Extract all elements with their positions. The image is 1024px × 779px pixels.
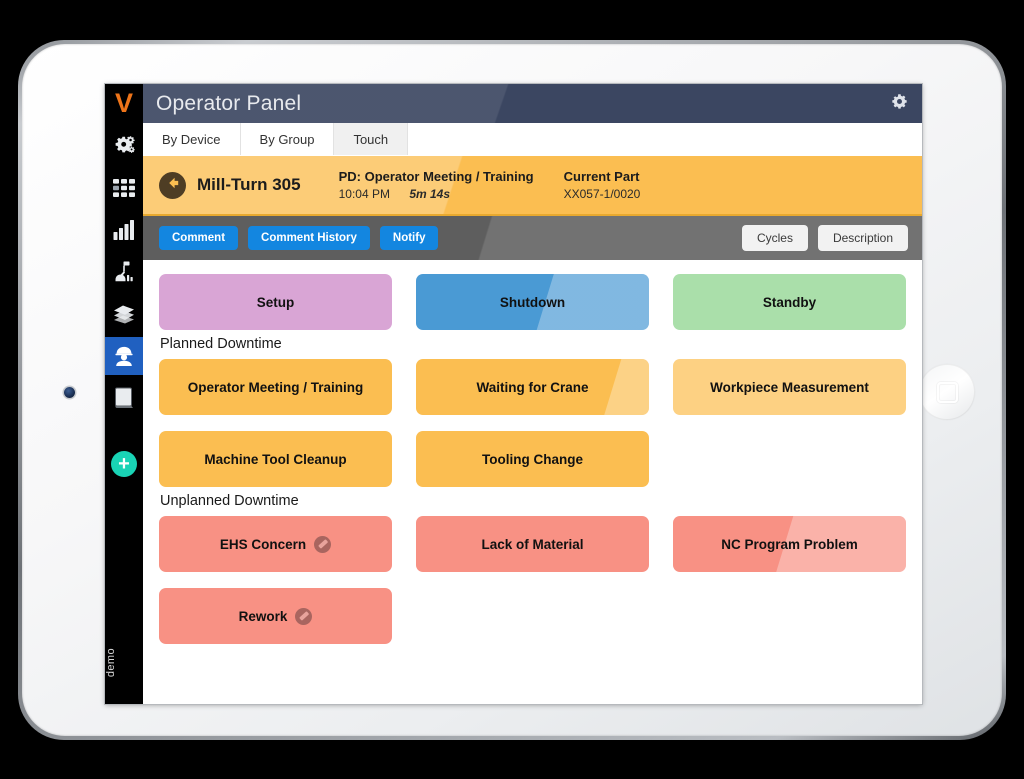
title-bar: Operator Panel xyxy=(143,84,922,123)
layers-icon xyxy=(112,304,136,324)
planned-downtime-heading: Planned Downtime xyxy=(160,336,282,352)
book-icon xyxy=(113,386,135,410)
reason-button-label: Workpiece Measurement xyxy=(710,379,869,395)
reason-button-waiting-for-crane[interactable]: Waiting for Crane xyxy=(416,359,649,415)
state-button-label: Shutdown xyxy=(499,294,566,310)
reason-button-label: Waiting for Crane xyxy=(476,379,589,395)
tab-touch[interactable]: Touch xyxy=(334,123,409,155)
logo-v-icon: V xyxy=(114,88,133,118)
bar-chart-icon xyxy=(112,219,136,241)
note-badge-icon xyxy=(314,535,332,553)
state-button-label: Setup xyxy=(256,294,295,310)
tablet-screen: V + demo Operator Panel By Device By Gro… xyxy=(105,84,922,704)
add-button[interactable]: + xyxy=(111,451,137,477)
reason-button-label: EHS Concern xyxy=(219,536,307,552)
state-duration: 5m 14s xyxy=(409,186,451,201)
note-badge-bar xyxy=(317,539,328,549)
machine-state-label: PD: Operator Meeting / Training xyxy=(338,169,534,185)
plus-icon: + xyxy=(118,453,130,475)
app-logo: V xyxy=(105,84,143,123)
current-part-group: Current Part XX057-1/0020 xyxy=(564,168,641,202)
sidebar-item-settings[interactable] xyxy=(105,127,143,165)
reason-button-rework[interactable]: Rework xyxy=(159,588,392,644)
state-start-time: 10:04 PM xyxy=(338,186,390,201)
primary-state-grid: Setup Shutdown Standby xyxy=(159,274,906,330)
machine-state-meta: 10:04 PM 5m 14s xyxy=(339,186,534,202)
tablet-device-frame: V + demo Operator Panel By Device By Gro… xyxy=(18,40,1006,740)
back-button[interactable] xyxy=(159,171,186,199)
gear-icon xyxy=(891,93,908,115)
reason-button-label: Tooling Change xyxy=(482,451,583,467)
reason-button-label: NC Program Problem xyxy=(721,536,858,552)
reason-button-label: Lack of Material xyxy=(481,536,584,552)
sidebar-item-layers[interactable] xyxy=(105,295,143,333)
app-sidebar: V + demo xyxy=(105,84,143,704)
machine-status-bar: Mill-Turn 305 PD: Operator Meeting / Tra… xyxy=(143,156,922,214)
reason-button-machine-tool-cleanup[interactable]: Machine Tool Cleanup xyxy=(159,431,392,487)
grid-icon xyxy=(112,178,136,198)
reason-button-lack-of-material[interactable]: Lack of Material xyxy=(416,516,649,572)
reason-button-workpiece-measurement[interactable]: Workpiece Measurement xyxy=(673,359,906,415)
sidebar-footer-label: demo xyxy=(105,647,117,677)
sidebar-item-operator[interactable] xyxy=(105,337,143,375)
machine-name: Mill-Turn 305 xyxy=(197,175,301,194)
note-badge-bar xyxy=(299,611,309,621)
view-tabs: By Device By Group Touch xyxy=(143,123,922,156)
app-main: Operator Panel By Device By Group Touch … xyxy=(143,84,922,704)
reason-button-label: Machine Tool Cleanup xyxy=(204,451,347,467)
gears-icon xyxy=(112,134,136,158)
reason-button-tooling-change[interactable]: Tooling Change xyxy=(416,431,649,487)
settings-button[interactable] xyxy=(891,93,908,115)
reason-button-label: Operator Meeting / Training xyxy=(187,379,364,395)
state-button-standby[interactable]: Standby xyxy=(673,274,906,330)
arrow-left-circle-icon xyxy=(165,175,181,196)
state-button-shutdown[interactable]: Shutdown xyxy=(416,274,649,330)
current-part-value: XX057-1/0020 xyxy=(563,186,641,201)
unplanned-downtime-grid: EHS Concern Lack of Material NC Program … xyxy=(159,516,906,644)
action-bar-right: Cycles Description xyxy=(732,225,908,251)
description-button[interactable]: Description xyxy=(817,225,908,251)
reason-button-nc-program-problem[interactable]: NC Program Problem xyxy=(673,516,906,572)
reason-button-ehs-concern[interactable]: EHS Concern xyxy=(159,516,392,572)
cycles-button[interactable]: Cycles xyxy=(741,225,808,251)
action-bar: Comment Comment History Notify Cycles De… xyxy=(143,214,922,260)
page-title: Operator Panel xyxy=(156,91,302,115)
front-camera-dot xyxy=(64,387,75,398)
worker-icon xyxy=(112,344,136,368)
sidebar-item-dashboard[interactable] xyxy=(105,169,143,207)
home-button[interactable] xyxy=(919,364,975,420)
planned-downtime-grid: Operator Meeting / Training Waiting for … xyxy=(159,359,906,487)
home-square-icon xyxy=(936,381,958,403)
tab-by-device[interactable]: By Device xyxy=(143,123,241,155)
sidebar-item-analytics[interactable] xyxy=(105,211,143,249)
note-badge-icon xyxy=(295,607,313,625)
sidebar-item-machines[interactable] xyxy=(105,253,143,291)
sidebar-item-manual[interactable] xyxy=(105,379,143,417)
reason-code-panel: Setup Shutdown Standby Planned Downtime xyxy=(143,260,922,704)
reason-button-operator-meeting[interactable]: Operator Meeting / Training xyxy=(159,359,392,415)
tab-by-group[interactable]: By Group xyxy=(240,123,335,155)
machine-state-group: PD: Operator Meeting / Training 10:04 PM… xyxy=(339,168,534,202)
current-part-label: Current Part xyxy=(563,169,640,185)
tablet-bezel: V + demo Operator Panel By Device By Gro… xyxy=(22,44,1002,736)
reason-button-label: Rework xyxy=(238,608,288,624)
tab-filler xyxy=(408,123,922,155)
notify-button[interactable]: Notify xyxy=(379,226,439,250)
state-button-label: Standby xyxy=(762,294,817,310)
unplanned-downtime-heading: Unplanned Downtime xyxy=(160,493,299,509)
comment-history-button[interactable]: Comment History xyxy=(248,226,370,250)
robot-icon xyxy=(112,260,136,284)
comment-button[interactable]: Comment xyxy=(159,226,239,250)
state-button-setup[interactable]: Setup xyxy=(159,274,392,330)
